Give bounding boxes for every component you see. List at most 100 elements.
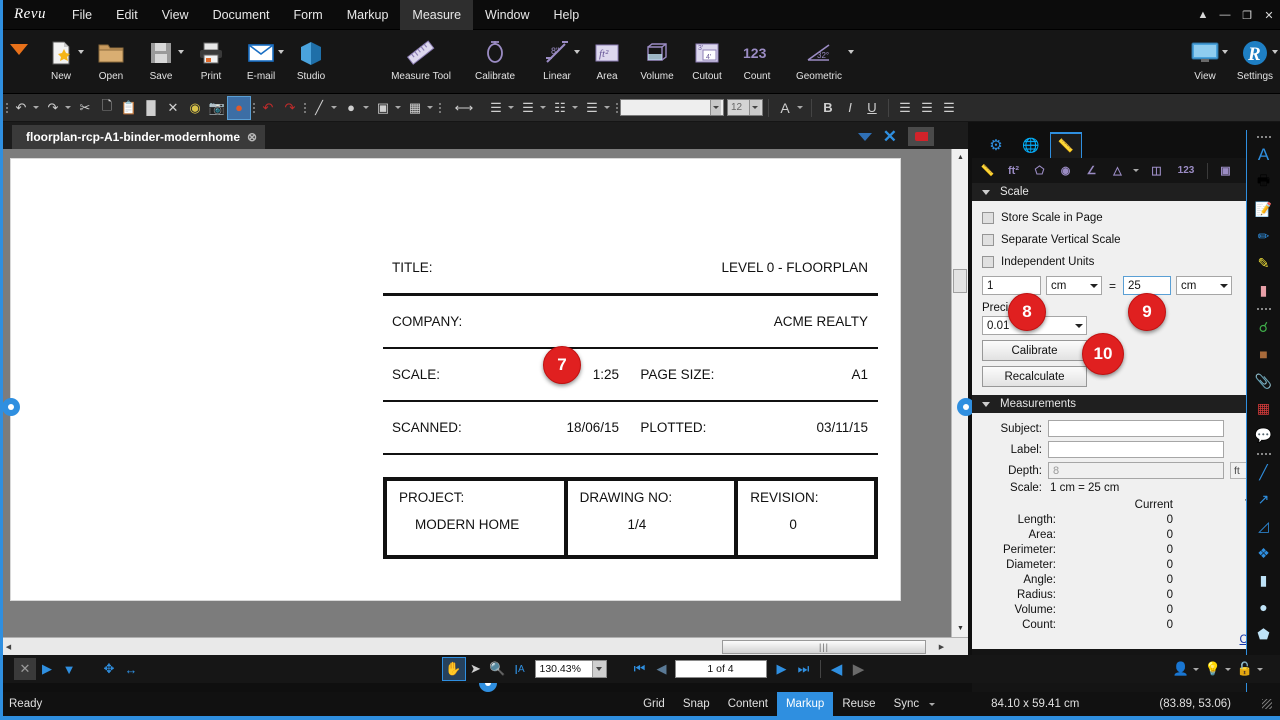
document-viewport[interactable]: TITLE: LEVEL 0 - FLOORPLAN COMPANY: ACME… bbox=[0, 149, 968, 637]
panel-volume-cone-icon[interactable]: △ bbox=[1106, 160, 1129, 182]
measurements-section-header[interactable]: Measurements bbox=[972, 395, 1280, 413]
callout-icon[interactable]: 💬 bbox=[1249, 422, 1279, 448]
measure-tool-button[interactable]: Measure Tool bbox=[384, 30, 458, 92]
profile-caret-icon[interactable] bbox=[1193, 667, 1199, 671]
menu-document[interactable]: Document bbox=[201, 0, 282, 30]
separate-vertical-scale-row[interactable]: Separate Vertical Scale bbox=[982, 229, 1270, 251]
chevron-down-icon[interactable] bbox=[1272, 50, 1278, 54]
polyline-icon[interactable]: ◿ bbox=[1249, 513, 1279, 539]
store-scale-checkbox[interactable] bbox=[982, 212, 994, 224]
rotate-right-icon[interactable]: ↷ bbox=[279, 97, 301, 119]
panel-tab-measurements[interactable]: 📏 bbox=[1050, 132, 1082, 158]
cut-icon[interactable]: ✂ bbox=[74, 97, 96, 119]
status-toggle-content[interactable]: Content bbox=[719, 692, 777, 716]
view-button[interactable]: View bbox=[1180, 30, 1230, 92]
font-color-icon[interactable]: A bbox=[774, 97, 796, 119]
independent-units-row[interactable]: Independent Units bbox=[982, 251, 1270, 273]
tab-close-icon[interactable]: ⊗ bbox=[247, 130, 257, 144]
panel-polylength-icon[interactable]: ⬠ bbox=[1028, 160, 1051, 182]
stamp-icon[interactable]: ■ bbox=[1249, 341, 1279, 367]
save-button[interactable]: Save bbox=[136, 30, 186, 92]
unlock-caret-icon[interactable] bbox=[1257, 667, 1263, 671]
scroll-right-icon[interactable]: ▶ bbox=[933, 638, 950, 656]
snapshot-icon[interactable]: ◉ bbox=[184, 97, 206, 119]
cutout-button[interactable]: 3' 4' Cutout bbox=[682, 30, 732, 92]
measurements-collapse-icon[interactable] bbox=[982, 401, 990, 407]
chevron-down-icon[interactable] bbox=[1222, 50, 1228, 54]
document-tab[interactable]: floorplan-rcp-A1-binder-modernhome ⊗ bbox=[12, 125, 266, 149]
area-button[interactable]: ft² Area bbox=[582, 30, 632, 92]
close-icon[interactable]: ✕ bbox=[1258, 0, 1280, 30]
menu-edit[interactable]: Edit bbox=[104, 0, 150, 30]
minimize-icon[interactable]: — bbox=[1214, 0, 1236, 30]
sync-caret-icon[interactable] bbox=[929, 702, 936, 706]
vertical-scroll-thumb[interactable] bbox=[953, 269, 967, 293]
chevron-down-icon[interactable] bbox=[574, 50, 580, 54]
font-family-caret-icon[interactable] bbox=[710, 100, 721, 115]
clear-link[interactable]: Clear bbox=[980, 632, 1269, 646]
panel-cutout-icon[interactable]: ▣ bbox=[1214, 160, 1237, 182]
align-distribute-icon[interactable]: ☷ bbox=[549, 97, 571, 119]
restore-ribbon-icon[interactable]: ▲ bbox=[1192, 0, 1214, 30]
select-icon[interactable]: ➤ bbox=[465, 658, 487, 680]
last-page-icon[interactable]: ⏭ bbox=[793, 658, 815, 680]
horizontal-scroll-thumb[interactable]: ||| bbox=[722, 640, 926, 654]
menu-markup[interactable]: Markup bbox=[335, 0, 401, 30]
undo-icon[interactable]: ↶ bbox=[10, 97, 32, 119]
zoom-level-caret-icon[interactable] bbox=[591, 661, 606, 677]
ellipse-icon[interactable]: ● bbox=[1249, 594, 1279, 620]
align-left-icon[interactable]: ☰ bbox=[485, 97, 507, 119]
format-painter-icon[interactable]: █ bbox=[140, 97, 162, 119]
delete-icon[interactable]: ✕ bbox=[162, 97, 184, 119]
opacity-icon[interactable]: ▣ bbox=[372, 97, 394, 119]
precision-caret-icon[interactable] bbox=[1071, 317, 1086, 334]
volume-button[interactable]: Volume bbox=[632, 30, 682, 92]
note-icon[interactable]: 📝 bbox=[1249, 196, 1279, 222]
close-document-icon[interactable]: ✕ bbox=[883, 128, 897, 145]
tab-list-icon[interactable] bbox=[857, 132, 872, 141]
label-input[interactable] bbox=[1048, 441, 1224, 458]
drawing-unit-caret-icon[interactable] bbox=[1216, 277, 1231, 294]
tooltip-caret-icon[interactable] bbox=[1225, 667, 1231, 671]
opacity-caret-icon[interactable] bbox=[395, 106, 401, 109]
resize-grip[interactable] bbox=[1262, 699, 1272, 709]
e-mail-button[interactable]: E-mail bbox=[236, 30, 286, 92]
left-panel-handle[interactable] bbox=[2, 398, 20, 416]
redo-icon[interactable]: ↷ bbox=[42, 97, 64, 119]
document-horizontal-scrollbar[interactable]: ◀ ||| ▶ bbox=[0, 637, 968, 655]
line-width-icon[interactable]: ⟷ bbox=[443, 97, 485, 119]
highlighter-icon[interactable]: ✎ bbox=[1249, 250, 1279, 276]
pen-icon[interactable]: ✏ bbox=[1249, 223, 1279, 249]
maximize-icon[interactable]: ❐ bbox=[1236, 0, 1258, 30]
recalculate-button[interactable]: Recalculate bbox=[982, 366, 1087, 387]
hatch-icon[interactable]: ▦ bbox=[404, 97, 426, 119]
next-page-icon[interactable]: ▶ bbox=[771, 658, 793, 680]
open-button[interactable]: Open bbox=[86, 30, 136, 92]
panel-tab-properties[interactable]: ⚙ bbox=[980, 132, 1012, 158]
menu-file[interactable]: File bbox=[60, 0, 104, 30]
paperclip-icon[interactable]: 📎 bbox=[1249, 368, 1279, 394]
rotate-left-icon[interactable]: ↶ bbox=[257, 97, 279, 119]
forward-view-icon[interactable]: ▶ bbox=[848, 658, 870, 680]
typewriter-icon[interactable]: 🖶 bbox=[1249, 169, 1279, 195]
scroll-up-icon[interactable]: ▲ bbox=[952, 149, 969, 166]
menu-form[interactable]: Form bbox=[282, 0, 335, 30]
image-stamp-icon[interactable]: ▦ bbox=[1249, 395, 1279, 421]
fill-color-caret-icon[interactable] bbox=[363, 106, 369, 109]
subject-input[interactable] bbox=[1048, 420, 1224, 437]
undo-caret-icon[interactable] bbox=[33, 106, 39, 109]
next-panel-icon[interactable]: ▶ bbox=[36, 658, 58, 680]
toolstrip-grip-2[interactable] bbox=[1249, 304, 1279, 313]
eraser-icon[interactable]: ▮ bbox=[1249, 277, 1279, 303]
font-size-caret-icon[interactable] bbox=[749, 100, 760, 115]
quick-menu-icon[interactable] bbox=[10, 44, 28, 55]
calibrate-button[interactable]: Calibrate bbox=[458, 30, 532, 92]
scale-collapse-icon[interactable] bbox=[982, 189, 990, 195]
scroll-down-icon[interactable]: ▼ bbox=[952, 620, 969, 637]
down-panel-icon[interactable]: ▼ bbox=[58, 658, 80, 680]
page-unit-caret-icon[interactable] bbox=[1086, 277, 1101, 294]
print-button[interactable]: Print bbox=[186, 30, 236, 92]
italic-button[interactable]: I bbox=[839, 97, 861, 119]
panel-count-icon[interactable]: 123 bbox=[1171, 160, 1201, 182]
status-toggle-markup[interactable]: Markup bbox=[776, 692, 834, 716]
